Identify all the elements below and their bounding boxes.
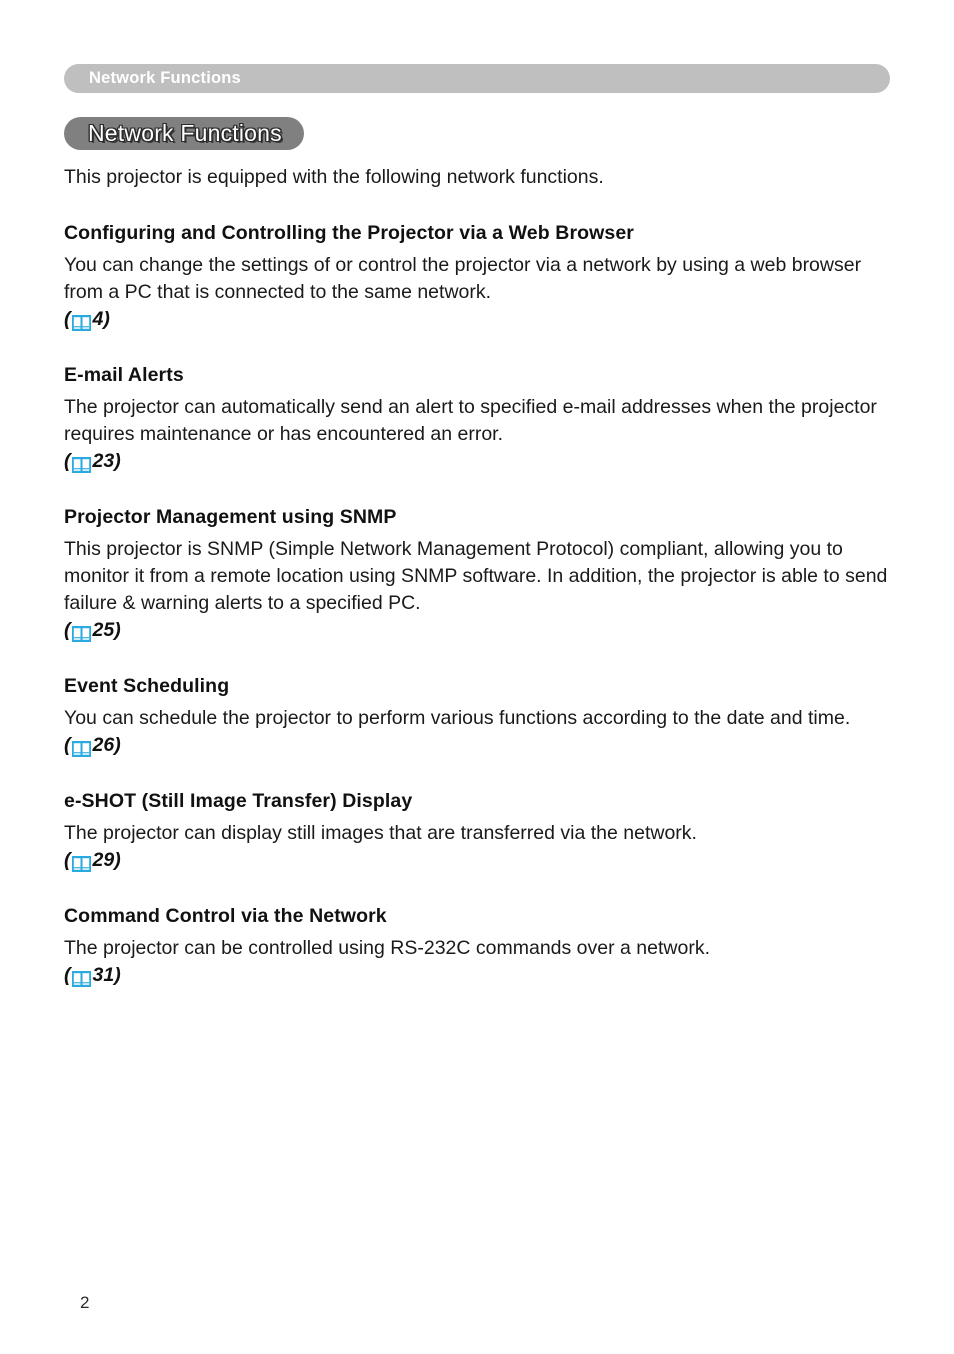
ref-close-paren: ) (114, 849, 121, 871)
section-eshot: e-SHOT (Still Image Transfer) Display Th… (64, 789, 890, 874)
ref-close-paren: ) (114, 734, 121, 756)
chapter-title-pill: Network Functions (64, 117, 304, 150)
ref-page-number: 4 (92, 308, 104, 330)
section-heading: Configuring and Controlling the Projecto… (64, 222, 634, 244)
page-reference: ( 4 ) (64, 306, 890, 333)
book-icon (71, 623, 91, 642)
book-icon (71, 312, 91, 331)
page-reference: ( 31 ) (64, 962, 890, 989)
section-body: You can schedule the projector to perfor… (64, 707, 851, 729)
section-body: You can change the settings of or contro… (64, 254, 862, 303)
section-body: The projector can be controlled using RS… (64, 937, 710, 959)
intro-paragraph: This projector is equipped with the foll… (64, 166, 604, 188)
page-reference: ( 26 ) (64, 732, 890, 759)
section-email-alerts: E-mail Alerts The projector can automati… (64, 363, 890, 475)
ref-page-number: 31 (92, 964, 115, 986)
document-body: This projector is equipped with the foll… (64, 164, 890, 989)
page-reference: ( 25 ) (64, 617, 890, 644)
ref-open-paren: ( (64, 308, 71, 330)
section-body: This projector is SNMP (Simple Network M… (64, 538, 888, 614)
book-icon (71, 454, 91, 473)
section-heading: Command Control via the Network (64, 905, 387, 927)
section-heading: e-SHOT (Still Image Transfer) Display (64, 790, 413, 812)
document-page: Network Functions Network Functions This… (0, 0, 954, 1354)
page-reference: ( 29 ) (64, 847, 890, 874)
ref-open-paren: ( (64, 734, 71, 756)
footer-page-number: 2 (80, 1293, 90, 1312)
running-header-label: Network Functions (89, 69, 241, 88)
section-body: The projector can automatically send an … (64, 396, 877, 445)
section-heading: Event Scheduling (64, 675, 230, 697)
section-body: The projector can display still images t… (64, 822, 697, 844)
ref-close-paren: ) (114, 450, 121, 472)
ref-page-number: 26 (92, 734, 115, 756)
ref-close-paren: ) (103, 308, 110, 330)
section-heading: E-mail Alerts (64, 364, 184, 386)
section-event-scheduling: Event Scheduling You can schedule the pr… (64, 674, 890, 759)
section-heading: Projector Management using SNMP (64, 506, 397, 528)
book-icon (71, 853, 91, 872)
ref-open-paren: ( (64, 964, 71, 986)
section-command-control: Command Control via the Network The proj… (64, 904, 890, 989)
ref-close-paren: ) (114, 964, 121, 986)
page-title: Network Functions (88, 120, 282, 146)
ref-page-number: 29 (92, 849, 115, 871)
ref-page-number: 23 (92, 450, 115, 472)
page-reference: ( 23 ) (64, 448, 890, 475)
section-web-browser: Configuring and Controlling the Projecto… (64, 221, 890, 333)
running-header-bar: Network Functions (64, 64, 890, 93)
section-snmp: Projector Management using SNMP This pro… (64, 505, 890, 644)
ref-open-paren: ( (64, 450, 71, 472)
ref-open-paren: ( (64, 849, 71, 871)
ref-page-number: 25 (92, 619, 115, 641)
ref-open-paren: ( (64, 619, 71, 641)
book-icon (71, 738, 91, 757)
book-icon (71, 968, 91, 987)
ref-close-paren: ) (114, 619, 121, 641)
